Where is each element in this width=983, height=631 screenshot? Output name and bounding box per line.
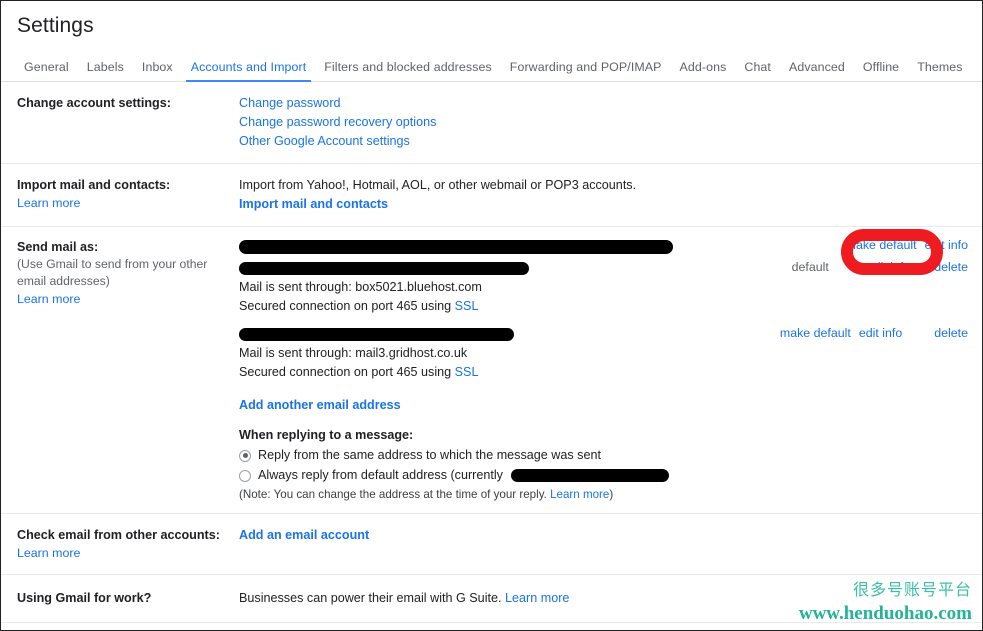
import-mail-label: Import mail and contacts: [17,176,231,194]
tab-filters-and-blocked-addresses[interactable]: Filters and blocked addresses [315,60,501,81]
change-password-recovery-link[interactable]: Change password recovery options [239,113,436,132]
reply-note-learn-more-link[interactable]: Learn more [550,488,609,501]
settings-header: Settings [1,1,982,51]
import-mail-and-contacts-link[interactable]: Import mail and contacts [239,195,388,214]
redacted-email-address [239,328,514,341]
send-mail-as-entry: make default edit info [239,240,982,254]
change-account-label: Change account settings: [17,94,231,112]
reply-option-radio[interactable] [239,470,251,482]
page-title: Settings [17,14,94,38]
tab-advanced[interactable]: Advanced [780,60,854,81]
redacted-email-address [239,262,529,275]
send-mail-as-label-col: Send mail as: (Use Gmail to send from yo… [17,238,239,503]
change-password-link[interactable]: Change password [239,94,341,113]
gmail-for-work-label-col: Using Gmail for work? [17,589,239,608]
import-mail-learn-more-link[interactable]: Learn more [17,194,80,212]
mail-sent-through-text: Mail is sent through: box5021.bluehost.c… [239,278,982,297]
send-mail-as-actions: make default edit info delete [780,326,968,340]
settings-tabbar: GeneralLabelsInboxAccounts and ImportFil… [1,51,982,82]
reply-note-suffix: ) [609,488,613,501]
row-import-mail-and-contacts: Import mail and contacts: Learn more Imp… [1,164,982,227]
reply-note: (Note: You can change the address at the… [239,486,982,503]
row-grant-access: Grant access to your account: (Allow oth… [1,623,982,631]
gmail-for-work-text-prefix: Businesses can power their email with G … [239,591,505,605]
reply-option-label: Always reply from default address (curre… [258,466,503,485]
import-mail-label-col: Import mail and contacts: Learn more [17,176,239,214]
send-mail-as-body: make default edit info Mail is sent throug… [239,238,982,503]
send-mail-as-note: (Use Gmail to send from your other email… [17,256,231,290]
import-mail-body: Import from Yahoo!, Hotmail, AOL, or oth… [239,176,982,214]
add-an-email-account-link[interactable]: Add an email account [239,526,369,545]
check-email-label: Check email from other accounts: [17,526,231,544]
secured-connection-text: Secured connection on port 465 using SSL [239,297,982,316]
make-default-link[interactable]: make default [846,238,917,252]
ssl-link[interactable]: SSL [455,299,479,313]
other-google-account-settings-link[interactable]: Other Google Account settings [239,132,410,151]
reply-note-prefix: (Note: You can change the address at the… [239,488,550,501]
send-mail-as-entry: Mail is sent through: mail3.gridhost.co.… [239,328,982,382]
reply-option-row[interactable]: Always reply from default address (curre… [239,466,982,485]
send-mail-as-entry: Mail is sent through: box5021.bluehost.c… [239,262,982,316]
tab-themes[interactable]: Themes [908,60,971,81]
row-using-gmail-for-work: Using Gmail for work? Businesses can pow… [1,575,982,623]
tab-chat[interactable]: Chat [735,60,780,81]
change-account-body: Change password Change password recovery… [239,94,982,151]
edit-info-link[interactable]: edit info [867,260,910,274]
reply-option-row[interactable]: Reply from the same address to which the… [239,446,982,465]
row-check-email-other-accounts: Check email from other accounts: Learn m… [1,514,982,575]
import-mail-description: Import from Yahoo!, Hotmail, AOL, or oth… [239,176,982,195]
make-default-link[interactable]: make default [780,326,851,340]
gmail-for-work-text: Businesses can power their email with G … [239,589,982,608]
delete-link[interactable]: delete [934,260,968,274]
default-status-label: default [792,260,829,274]
tab-inbox[interactable]: Inbox [133,60,182,81]
check-email-learn-more-link[interactable]: Learn more [17,544,80,562]
delete-link[interactable]: delete [934,326,968,340]
send-mail-as-learn-more-link[interactable]: Learn more [17,290,80,308]
gmail-for-work-learn-more-link[interactable]: Learn more [505,591,569,605]
gmail-for-work-body: Businesses can power their email with G … [239,589,982,608]
check-email-body: Add an email account [239,526,982,562]
tab-add-ons[interactable]: Add-ons [671,60,736,81]
redacted-default-address [511,469,669,482]
tab-forwarding-and-pop-imap[interactable]: Forwarding and POP/IMAP [501,60,671,81]
tab-accounts-and-import[interactable]: Accounts and Import [182,60,316,81]
gmail-for-work-label: Using Gmail for work? [17,589,231,607]
mail-sent-through-text: Mail is sent through: mail3.gridhost.co.… [239,344,982,363]
row-change-account-settings: Change account settings: Change password… [1,82,982,164]
secured-connection-prefix: Secured connection on port 465 using [239,299,455,313]
send-mail-as-actions: default edit info delete [792,260,968,274]
tab-offline[interactable]: Offline [854,60,908,81]
check-email-label-col: Check email from other accounts: Learn m… [17,526,239,562]
tab-general[interactable]: General [15,60,78,81]
secured-connection-text: Secured connection on port 465 using SSL [239,363,982,382]
send-mail-as-label: Send mail as: [17,238,231,256]
edit-info-link[interactable]: edit info [859,326,902,340]
settings-page: Settings GeneralLabelsInboxAccounts and … [0,0,983,631]
edit-info-link[interactable]: edit info [925,238,968,252]
row-send-mail-as: Send mail as: (Use Gmail to send from yo… [1,227,982,514]
redacted-email-address [239,240,673,254]
when-replying-heading: When replying to a message: [239,425,982,445]
add-another-email-address-link[interactable]: Add another email address [239,396,401,415]
secured-connection-prefix: Secured connection on port 465 using [239,365,455,379]
tab-labels[interactable]: Labels [78,60,133,81]
change-account-label-col: Change account settings: [17,94,239,151]
reply-option-radio[interactable] [239,450,251,462]
send-mail-as-actions: make default edit info [846,238,968,252]
reply-option-label: Reply from the same address to which the… [258,446,601,465]
ssl-link[interactable]: SSL [455,365,479,379]
